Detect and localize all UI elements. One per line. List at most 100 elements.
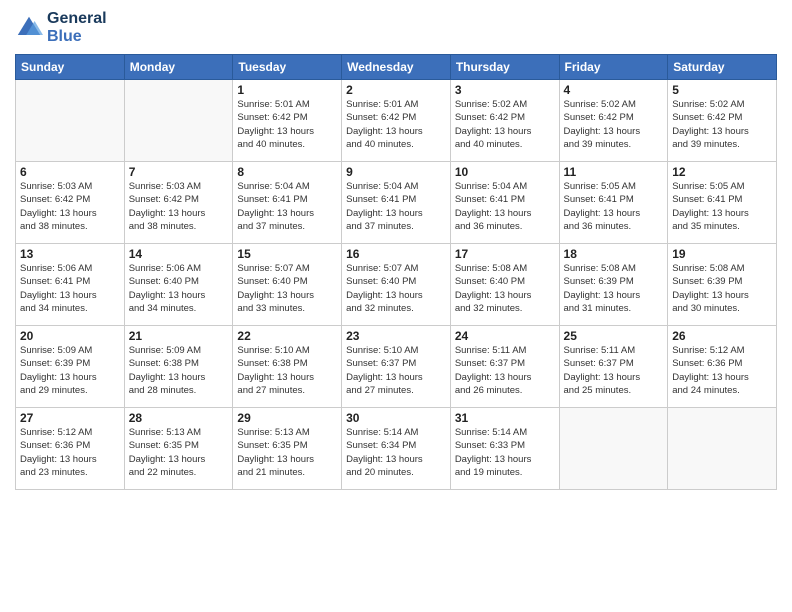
day-info: Sunrise: 5:08 AM Sunset: 6:39 PM Dayligh… (564, 262, 664, 315)
calendar-cell (668, 408, 777, 490)
calendar-cell: 22Sunrise: 5:10 AM Sunset: 6:38 PM Dayli… (233, 326, 342, 408)
calendar-cell: 14Sunrise: 5:06 AM Sunset: 6:40 PM Dayli… (124, 244, 233, 326)
calendar-cell: 4Sunrise: 5:02 AM Sunset: 6:42 PM Daylig… (559, 80, 668, 162)
day-info: Sunrise: 5:02 AM Sunset: 6:42 PM Dayligh… (455, 98, 555, 151)
calendar-cell: 1Sunrise: 5:01 AM Sunset: 6:42 PM Daylig… (233, 80, 342, 162)
day-number: 31 (455, 411, 555, 425)
logo: General Blue (15, 10, 107, 46)
page: General Blue SundayMondayTuesdayWednesda… (0, 0, 792, 612)
calendar-header-tuesday: Tuesday (233, 55, 342, 80)
calendar-week-row: 1Sunrise: 5:01 AM Sunset: 6:42 PM Daylig… (16, 80, 777, 162)
day-info: Sunrise: 5:12 AM Sunset: 6:36 PM Dayligh… (20, 426, 120, 479)
day-info: Sunrise: 5:04 AM Sunset: 6:41 PM Dayligh… (346, 180, 446, 233)
calendar-cell (124, 80, 233, 162)
calendar-cell: 20Sunrise: 5:09 AM Sunset: 6:39 PM Dayli… (16, 326, 125, 408)
calendar-cell: 28Sunrise: 5:13 AM Sunset: 6:35 PM Dayli… (124, 408, 233, 490)
calendar-cell: 18Sunrise: 5:08 AM Sunset: 6:39 PM Dayli… (559, 244, 668, 326)
day-number: 26 (672, 329, 772, 343)
day-number: 15 (237, 247, 337, 261)
calendar-cell: 29Sunrise: 5:13 AM Sunset: 6:35 PM Dayli… (233, 408, 342, 490)
calendar: SundayMondayTuesdayWednesdayThursdayFrid… (15, 54, 777, 490)
day-info: Sunrise: 5:06 AM Sunset: 6:40 PM Dayligh… (129, 262, 229, 315)
day-info: Sunrise: 5:11 AM Sunset: 6:37 PM Dayligh… (455, 344, 555, 397)
day-number: 30 (346, 411, 446, 425)
calendar-cell: 21Sunrise: 5:09 AM Sunset: 6:38 PM Dayli… (124, 326, 233, 408)
day-number: 11 (564, 165, 664, 179)
header: General Blue (15, 10, 777, 46)
day-number: 17 (455, 247, 555, 261)
logo-icon (15, 14, 43, 42)
calendar-header-row: SundayMondayTuesdayWednesdayThursdayFrid… (16, 55, 777, 80)
day-number: 23 (346, 329, 446, 343)
calendar-cell: 15Sunrise: 5:07 AM Sunset: 6:40 PM Dayli… (233, 244, 342, 326)
calendar-cell: 27Sunrise: 5:12 AM Sunset: 6:36 PM Dayli… (16, 408, 125, 490)
day-number: 8 (237, 165, 337, 179)
day-info: Sunrise: 5:08 AM Sunset: 6:39 PM Dayligh… (672, 262, 772, 315)
calendar-cell: 5Sunrise: 5:02 AM Sunset: 6:42 PM Daylig… (668, 80, 777, 162)
day-info: Sunrise: 5:13 AM Sunset: 6:35 PM Dayligh… (129, 426, 229, 479)
logo-text: General Blue (47, 10, 107, 46)
day-info: Sunrise: 5:10 AM Sunset: 6:38 PM Dayligh… (237, 344, 337, 397)
day-info: Sunrise: 5:04 AM Sunset: 6:41 PM Dayligh… (237, 180, 337, 233)
day-number: 18 (564, 247, 664, 261)
day-number: 22 (237, 329, 337, 343)
day-number: 19 (672, 247, 772, 261)
calendar-cell: 7Sunrise: 5:03 AM Sunset: 6:42 PM Daylig… (124, 162, 233, 244)
calendar-cell: 6Sunrise: 5:03 AM Sunset: 6:42 PM Daylig… (16, 162, 125, 244)
calendar-cell: 8Sunrise: 5:04 AM Sunset: 6:41 PM Daylig… (233, 162, 342, 244)
day-info: Sunrise: 5:12 AM Sunset: 6:36 PM Dayligh… (672, 344, 772, 397)
day-number: 24 (455, 329, 555, 343)
calendar-header-friday: Friday (559, 55, 668, 80)
day-number: 29 (237, 411, 337, 425)
day-number: 12 (672, 165, 772, 179)
day-number: 4 (564, 83, 664, 97)
day-number: 20 (20, 329, 120, 343)
calendar-week-row: 13Sunrise: 5:06 AM Sunset: 6:41 PM Dayli… (16, 244, 777, 326)
calendar-week-row: 27Sunrise: 5:12 AM Sunset: 6:36 PM Dayli… (16, 408, 777, 490)
calendar-cell: 17Sunrise: 5:08 AM Sunset: 6:40 PM Dayli… (450, 244, 559, 326)
calendar-cell: 26Sunrise: 5:12 AM Sunset: 6:36 PM Dayli… (668, 326, 777, 408)
day-number: 16 (346, 247, 446, 261)
day-number: 28 (129, 411, 229, 425)
calendar-cell: 30Sunrise: 5:14 AM Sunset: 6:34 PM Dayli… (342, 408, 451, 490)
calendar-cell: 24Sunrise: 5:11 AM Sunset: 6:37 PM Dayli… (450, 326, 559, 408)
day-info: Sunrise: 5:05 AM Sunset: 6:41 PM Dayligh… (564, 180, 664, 233)
day-number: 1 (237, 83, 337, 97)
day-number: 7 (129, 165, 229, 179)
day-info: Sunrise: 5:09 AM Sunset: 6:39 PM Dayligh… (20, 344, 120, 397)
day-info: Sunrise: 5:13 AM Sunset: 6:35 PM Dayligh… (237, 426, 337, 479)
day-number: 9 (346, 165, 446, 179)
day-info: Sunrise: 5:02 AM Sunset: 6:42 PM Dayligh… (564, 98, 664, 151)
day-number: 3 (455, 83, 555, 97)
calendar-cell: 9Sunrise: 5:04 AM Sunset: 6:41 PM Daylig… (342, 162, 451, 244)
calendar-cell: 2Sunrise: 5:01 AM Sunset: 6:42 PM Daylig… (342, 80, 451, 162)
day-info: Sunrise: 5:02 AM Sunset: 6:42 PM Dayligh… (672, 98, 772, 151)
day-info: Sunrise: 5:04 AM Sunset: 6:41 PM Dayligh… (455, 180, 555, 233)
calendar-header-saturday: Saturday (668, 55, 777, 80)
day-info: Sunrise: 5:11 AM Sunset: 6:37 PM Dayligh… (564, 344, 664, 397)
calendar-cell: 3Sunrise: 5:02 AM Sunset: 6:42 PM Daylig… (450, 80, 559, 162)
day-info: Sunrise: 5:08 AM Sunset: 6:40 PM Dayligh… (455, 262, 555, 315)
calendar-header-thursday: Thursday (450, 55, 559, 80)
day-number: 5 (672, 83, 772, 97)
day-info: Sunrise: 5:14 AM Sunset: 6:33 PM Dayligh… (455, 426, 555, 479)
day-info: Sunrise: 5:05 AM Sunset: 6:41 PM Dayligh… (672, 180, 772, 233)
day-info: Sunrise: 5:07 AM Sunset: 6:40 PM Dayligh… (346, 262, 446, 315)
calendar-cell: 25Sunrise: 5:11 AM Sunset: 6:37 PM Dayli… (559, 326, 668, 408)
day-info: Sunrise: 5:14 AM Sunset: 6:34 PM Dayligh… (346, 426, 446, 479)
calendar-cell (559, 408, 668, 490)
calendar-cell: 11Sunrise: 5:05 AM Sunset: 6:41 PM Dayli… (559, 162, 668, 244)
calendar-header-wednesday: Wednesday (342, 55, 451, 80)
day-info: Sunrise: 5:07 AM Sunset: 6:40 PM Dayligh… (237, 262, 337, 315)
calendar-week-row: 20Sunrise: 5:09 AM Sunset: 6:39 PM Dayli… (16, 326, 777, 408)
day-number: 27 (20, 411, 120, 425)
day-info: Sunrise: 5:10 AM Sunset: 6:37 PM Dayligh… (346, 344, 446, 397)
day-info: Sunrise: 5:03 AM Sunset: 6:42 PM Dayligh… (20, 180, 120, 233)
calendar-cell: 10Sunrise: 5:04 AM Sunset: 6:41 PM Dayli… (450, 162, 559, 244)
calendar-cell (16, 80, 125, 162)
day-number: 10 (455, 165, 555, 179)
day-info: Sunrise: 5:09 AM Sunset: 6:38 PM Dayligh… (129, 344, 229, 397)
day-number: 21 (129, 329, 229, 343)
calendar-cell: 12Sunrise: 5:05 AM Sunset: 6:41 PM Dayli… (668, 162, 777, 244)
calendar-header-monday: Monday (124, 55, 233, 80)
